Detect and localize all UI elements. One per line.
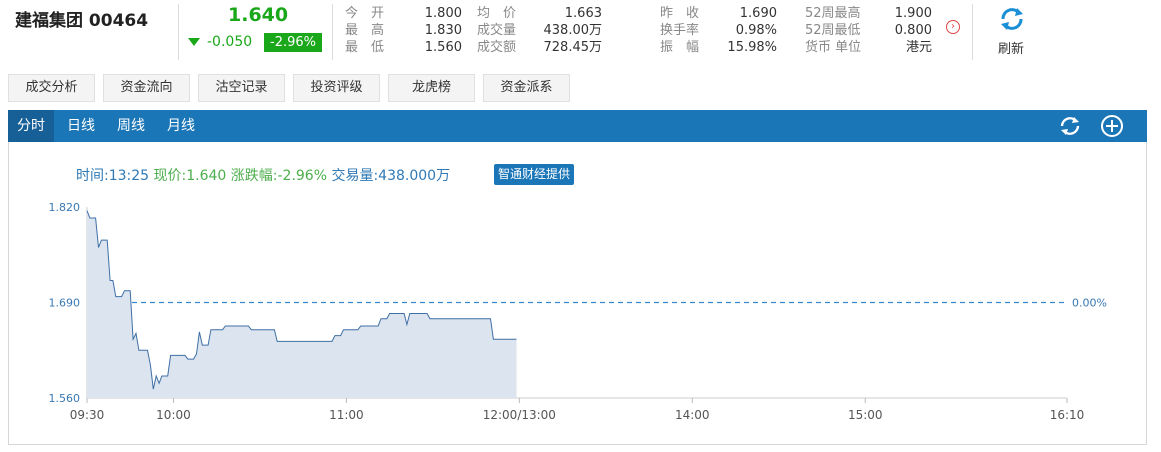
tab-capital-faction[interactable]: 资金派系 [483,74,570,102]
tab-capital-flow[interactable]: 资金流向 [103,74,190,102]
expand-arrow-icon[interactable]: › [946,20,960,34]
refresh-button[interactable]: 刷新 [998,38,1024,57]
change-pct-badge: -2.96% [264,33,322,52]
low-52w-label: 52周最低 [805,23,861,38]
high-value: 1.830 [424,23,462,38]
info-change: 涨跌幅:-2.96% [230,168,328,184]
divider [332,4,333,60]
low-52w-value: 0.800 [894,23,932,38]
amount-label: 成交额 [477,40,517,55]
amount-value: 728.45万 [543,40,603,55]
avg-price-label: 均 价 [477,6,517,21]
tab-trade-analysis[interactable]: 成交分析 [8,74,95,102]
period-weekly[interactable]: 周线 [108,110,154,142]
period-monthly[interactable]: 月线 [158,110,204,142]
info-price: 现价:1.640 [153,168,227,184]
stock-name: 建福集团 00464 [15,11,149,31]
info-time: 时间:13:25 [76,168,150,184]
prev-close-label: 昨 收 [660,6,700,21]
volume-label: 成交量 [477,23,517,38]
turnover-rate-value: 0.98% [735,23,777,38]
tab-short-records[interactable]: 沽空记录 [198,74,285,102]
tab-investment-rating[interactable]: 投资评级 [293,74,380,102]
amplitude-label: 振 幅 [660,40,700,55]
open-value: 1.800 [424,6,462,21]
high-52w-label: 52周最高 [805,6,861,21]
currency-unit-value: 港元 [905,40,932,55]
refresh-icon[interactable] [999,6,1025,32]
down-arrow-icon [188,38,200,46]
amplitude-value: 15.98% [727,40,777,55]
currency-unit-label: 货币 单位 [805,40,862,55]
period-intraday[interactable]: 分时 [8,110,54,142]
turnover-rate-label: 换手率 [660,23,700,38]
provider-badge: 智通财经提供 [494,164,575,185]
chart-info-line: 时间:13:25 现价:1.640 涨跌幅:-2.96% 交易量:438.000… [76,165,450,185]
period-daily[interactable]: 日线 [58,110,104,142]
prev-close-value: 1.690 [739,6,777,21]
period-bar: 分时 日线 周线 月线 [8,110,1147,142]
chart-panel [8,142,1147,445]
reload-chart-icon[interactable] [1058,114,1082,138]
low-label: 最 低 [345,40,385,55]
divider [972,4,973,60]
divider [178,4,179,60]
add-indicator-icon[interactable] [1100,114,1124,138]
avg-price-value: 1.663 [564,6,602,21]
info-volume: 交易量:438.000万 [331,168,451,184]
current-price: 1.640 [228,4,289,26]
open-label: 今 开 [345,6,385,21]
tab-dragon-tiger[interactable]: 龙虎榜 [388,74,475,102]
volume-value: 438.00万 [543,23,603,38]
price-change: -0.050 [207,34,253,50]
quote-header: 建福集团 00464 1.640 -0.050 -2.96% 今 开 1.800 均… [0,0,1161,62]
high-label: 最 高 [345,23,385,38]
low-value: 1.560 [424,40,462,55]
high-52w-value: 1.900 [894,6,932,21]
